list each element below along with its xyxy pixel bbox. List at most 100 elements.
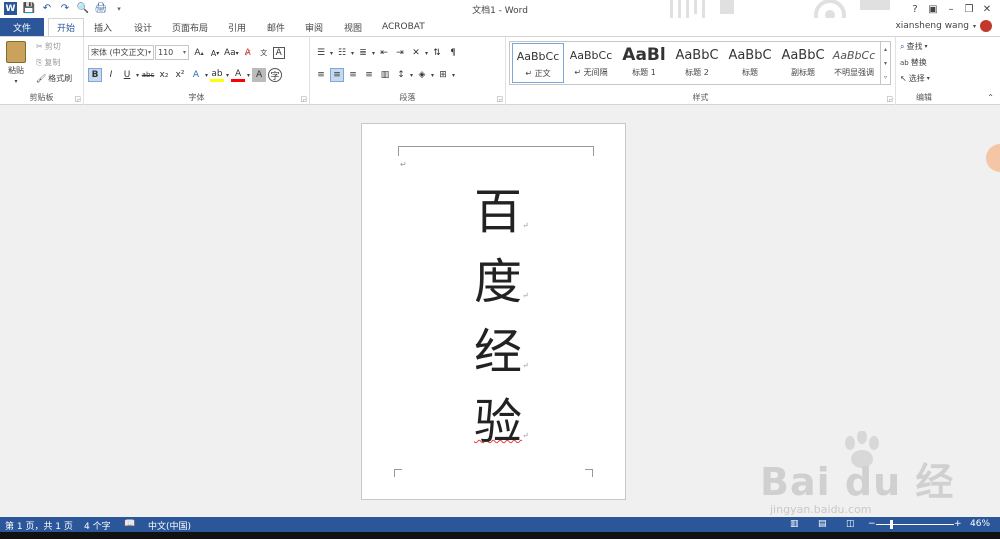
document-page[interactable]: ↵ 百↵ 度↵ 经↵ 验↵ bbox=[361, 123, 626, 500]
tab-acrobat[interactable]: ACROBAT bbox=[374, 18, 433, 36]
style-heading-2[interactable]: AaBbC 标题 2 bbox=[671, 43, 723, 83]
font-color-icon[interactable]: A bbox=[231, 68, 246, 82]
decrease-indent-icon[interactable]: ⇤ bbox=[377, 46, 391, 60]
cut-button[interactable]: ✂ 剪切 bbox=[36, 41, 61, 52]
quick-print-icon[interactable]: 🖨 bbox=[95, 3, 108, 15]
read-mode-icon[interactable]: ▥ bbox=[790, 519, 799, 529]
dialog-launcher-icon[interactable]: ◲ bbox=[496, 95, 503, 103]
restore-button[interactable]: ❐ bbox=[960, 1, 978, 17]
bold-button[interactable]: B bbox=[88, 68, 102, 82]
font-name-combo[interactable]: 宋体 (中文正文) ▾ bbox=[88, 45, 154, 60]
text-line[interactable]: 经↵ bbox=[474, 322, 534, 396]
line-spacing-icon[interactable]: ↕ bbox=[394, 68, 408, 82]
gallery-scroll[interactable]: ▴ ▾ ▿ bbox=[881, 41, 891, 85]
dialog-launcher-icon[interactable]: ◲ bbox=[300, 95, 307, 103]
redo-icon[interactable]: ↷ bbox=[59, 3, 71, 15]
align-left-icon[interactable]: ≡ bbox=[314, 68, 328, 82]
close-button[interactable]: ✕ bbox=[978, 1, 996, 17]
char-border-icon[interactable]: A bbox=[272, 47, 285, 59]
justify-icon[interactable]: ≡ bbox=[362, 68, 376, 82]
zoom-out-button[interactable]: − bbox=[868, 519, 876, 529]
clear-format-icon[interactable]: A̷ bbox=[241, 46, 255, 60]
side-handle[interactable] bbox=[986, 144, 1000, 172]
align-center-icon[interactable]: ≡ bbox=[330, 68, 344, 82]
style-title[interactable]: AaBbC 标题 bbox=[724, 43, 776, 83]
chevron-down-icon[interactable]: ▾ bbox=[226, 72, 229, 79]
style-subtitle[interactable]: AaBbC 副标题 bbox=[777, 43, 829, 83]
tab-review[interactable]: 审阅 bbox=[297, 18, 331, 36]
word-logo-icon[interactable]: W bbox=[4, 2, 17, 15]
shading-icon[interactable]: ◈ bbox=[415, 68, 429, 82]
style-heading-1[interactable]: AaBl 标题 1 bbox=[618, 43, 670, 83]
tab-file[interactable]: 文件 bbox=[0, 18, 44, 36]
minimize-button[interactable]: – bbox=[942, 1, 960, 17]
ribbon-display-button[interactable]: ▣ bbox=[924, 1, 942, 17]
style-no-spacing[interactable]: AaBbCc ↵ 无间隔 bbox=[565, 43, 617, 83]
font-size-combo[interactable]: 110 ▾ bbox=[155, 45, 189, 60]
italic-button[interactable]: I bbox=[104, 68, 118, 82]
text-effects-icon[interactable]: A bbox=[189, 68, 203, 82]
zoom-in-button[interactable]: + bbox=[954, 519, 962, 529]
collapse-ribbon-icon[interactable]: ⌃ bbox=[987, 93, 994, 102]
replace-button[interactable]: ab 替换 bbox=[900, 57, 927, 68]
proofing-icon[interactable]: 📖 bbox=[124, 519, 135, 529]
underline-button[interactable]: U bbox=[120, 68, 134, 82]
customize-qat-icon[interactable]: ▾ bbox=[113, 3, 125, 15]
change-case-button[interactable]: Aa ▾ bbox=[224, 46, 239, 60]
zoom-level[interactable]: 46% bbox=[970, 519, 990, 529]
copy-button[interactable]: ⎘ 复制 bbox=[36, 57, 60, 68]
page-count[interactable]: 第 1 页，共 1 页 bbox=[5, 519, 73, 532]
dialog-launcher-icon[interactable]: ◲ bbox=[886, 95, 893, 103]
tab-view[interactable]: 视图 bbox=[336, 18, 370, 36]
superscript-button[interactable]: x² bbox=[173, 68, 187, 82]
dialog-launcher-icon[interactable]: ◲ bbox=[74, 95, 81, 103]
char-shading-icon[interactable]: A bbox=[252, 68, 267, 82]
text-line[interactable]: 验↵ bbox=[474, 392, 534, 466]
enclose-char-icon[interactable]: 字 bbox=[268, 68, 283, 82]
select-button[interactable]: ↖ 选择 ▾ bbox=[900, 73, 930, 84]
zoom-slider-thumb[interactable] bbox=[890, 520, 893, 529]
save-icon[interactable]: 💾 bbox=[23, 3, 35, 15]
increase-indent-icon[interactable]: ⇥ bbox=[393, 46, 407, 60]
chevron-down-icon[interactable]: ▾ bbox=[205, 72, 208, 79]
language[interactable]: 中文(中国) bbox=[148, 519, 191, 532]
numbering-icon[interactable]: ☷ bbox=[335, 46, 349, 60]
undo-icon[interactable]: ↶ bbox=[41, 3, 53, 15]
chevron-up-icon[interactable]: ▴ bbox=[884, 46, 887, 53]
text-line[interactable]: 度↵ bbox=[474, 252, 534, 326]
asian-layout-icon[interactable]: ✕ bbox=[409, 46, 423, 60]
multilevel-list-icon[interactable]: ≣ bbox=[356, 46, 370, 60]
tab-mailings[interactable]: 邮件 bbox=[259, 18, 293, 36]
shrink-font-icon[interactable]: A ▾ bbox=[208, 46, 222, 60]
zoom-slider[interactable] bbox=[876, 524, 954, 525]
grow-font-icon[interactable]: A ▴ bbox=[192, 46, 206, 60]
chevron-down-icon[interactable]: ▾ bbox=[884, 60, 887, 67]
chevron-down-icon[interactable]: ▾ bbox=[247, 72, 250, 79]
align-right-icon[interactable]: ≡ bbox=[346, 68, 360, 82]
style-subtle-emphasis[interactable]: AaBbCc 不明显强调 bbox=[828, 43, 880, 83]
user-account[interactable]: xiansheng wang ▾ bbox=[895, 20, 992, 32]
paste-button[interactable]: 粘贴 ▾ bbox=[6, 41, 26, 85]
tab-layout[interactable]: 页面布局 bbox=[164, 18, 216, 36]
web-layout-icon[interactable]: ◫ bbox=[846, 519, 855, 529]
help-button[interactable]: ? bbox=[906, 1, 924, 17]
style-normal[interactable]: AaBbCc ↵ 正文 bbox=[512, 43, 564, 83]
more-icon[interactable]: ▿ bbox=[884, 74, 887, 81]
highlight-icon[interactable]: ab bbox=[210, 68, 225, 82]
print-preview-icon[interactable]: 🔍 bbox=[77, 3, 89, 15]
print-layout-icon[interactable]: ▤ bbox=[818, 519, 827, 529]
chevron-down-icon[interactable]: ▾ bbox=[136, 72, 139, 79]
tab-references[interactable]: 引用 bbox=[220, 18, 254, 36]
text-line[interactable]: 百↵ bbox=[474, 182, 534, 256]
format-painter-button[interactable]: 🖌 格式刷 bbox=[36, 73, 72, 84]
subscript-button[interactable]: x₂ bbox=[157, 68, 171, 82]
tab-home[interactable]: 开始 bbox=[48, 18, 85, 36]
show-marks-icon[interactable]: ¶ bbox=[446, 46, 460, 60]
distribute-icon[interactable]: ▥ bbox=[378, 68, 392, 82]
tab-design[interactable]: 设计 bbox=[126, 18, 160, 36]
borders-icon[interactable]: ⊞ bbox=[436, 68, 450, 82]
word-count[interactable]: 4 个字 bbox=[84, 519, 111, 532]
avatar[interactable] bbox=[980, 20, 992, 32]
sort-icon[interactable]: ⇅ bbox=[430, 46, 444, 60]
find-button[interactable]: ⌕ 查找 ▾ bbox=[900, 41, 928, 52]
